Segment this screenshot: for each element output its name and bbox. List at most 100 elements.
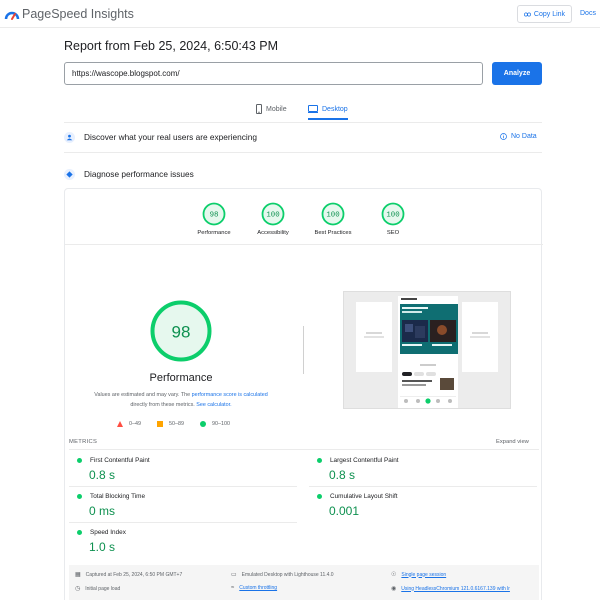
metric-fcp-value: 0.8 s	[89, 468, 116, 482]
tab-desktop-label: Desktop	[322, 105, 348, 113]
link-icon	[523, 12, 531, 16]
emulated-device: ▭ Emulated Desktop with Lighthouse 11.4.…	[231, 571, 334, 579]
metrics-section-label: METRICS	[69, 439, 98, 445]
expand-view-toggle[interactable]: Expand view	[496, 439, 529, 445]
no-data-label: No Data	[511, 133, 537, 140]
legend-pass-range: 90–100	[212, 421, 230, 427]
copy-link-label: Copy Link	[533, 10, 566, 18]
divider	[69, 449, 539, 450]
legend-fail-range: 0–49	[129, 421, 141, 427]
analyze-button[interactable]: Analyze	[492, 62, 542, 85]
pagespeed-logo-icon	[4, 11, 20, 20]
metric-lcp: Largest Contentful Paint 0.8 s	[317, 457, 517, 482]
runtime-settings: ▦ Captured at Feb 25, 2024, 6:50 PM GMT+…	[69, 565, 539, 600]
metric-cls-value: 0.001	[329, 504, 360, 518]
triangle-icon	[117, 421, 123, 427]
captured-at-text: Captured at Feb 25, 2024, 6:50 PM GMT+7	[85, 571, 183, 578]
diagnose-icon	[64, 168, 75, 180]
copy-link-button[interactable]: Copy Link	[517, 5, 572, 23]
mobile-icon	[256, 104, 262, 114]
people-icon	[64, 131, 75, 143]
metric-lcp-value: 0.8 s	[329, 468, 356, 482]
metric-cls: Cumulative Layout Shift 0.001	[317, 493, 517, 518]
docs-link[interactable]: Docs	[580, 10, 596, 17]
vertical-divider	[303, 326, 304, 374]
diagnose-title: Diagnose performance issues	[84, 169, 194, 179]
info-icon	[500, 133, 507, 140]
tab-mobile[interactable]: Mobile	[256, 98, 287, 120]
note-prefix: Values are estimated and may vary. The	[94, 392, 192, 398]
metric-fcp: First Contentful Paint 0.8 s	[77, 457, 277, 482]
legend-pass: 90–100	[200, 421, 230, 427]
timer-icon: ◷	[75, 586, 81, 592]
score-calculated-link[interactable]: performance score is calculated	[192, 392, 268, 398]
desktop-icon	[308, 105, 318, 113]
top-bar: PageSpeed Insights Copy Link Docs	[0, 0, 600, 28]
wifi-icon: ≈	[231, 585, 235, 591]
gauge-performance-score: 98	[210, 212, 219, 220]
headless-browser[interactable]: ◉ Using HeadlessChromium 121.0.6167.139 …	[391, 585, 510, 593]
page-screenshot	[343, 291, 511, 409]
divider	[69, 486, 297, 487]
browser-icon: ◉	[391, 586, 397, 592]
metric-cls-name: Cumulative Layout Shift	[330, 493, 398, 500]
legend-average: 50–89	[157, 421, 184, 427]
captured-at: ▦ Captured at Feb 25, 2024, 6:50 PM GMT+…	[75, 571, 183, 579]
single-page-session-text: Single page session	[401, 571, 447, 578]
pass-indicator	[77, 530, 82, 535]
calendar-icon: ▦	[75, 572, 81, 578]
session-icon: ☉	[391, 572, 397, 578]
performance-gauge: 98	[150, 300, 212, 362]
metric-si-name: Speed Index	[90, 529, 126, 536]
initial-page-load: ◷ Initial page load	[75, 585, 121, 593]
pass-indicator	[317, 458, 322, 463]
desktop-emulation-icon: ▭	[231, 572, 237, 578]
field-data-heading: Discover what your real users are experi…	[64, 130, 257, 144]
custom-throttling[interactable]: ≈ Custom throttling	[231, 585, 277, 591]
category-gauges: 98 Performance 100 Accessibility 100 Bes…	[65, 189, 543, 245]
gauge-seo-score: 100	[386, 212, 399, 220]
tab-mobile-label: Mobile	[266, 105, 287, 113]
gauge-seo-label: SEO	[386, 230, 400, 236]
headless-browser-text: Using HeadlessChromium 121.0.6167.139 wi…	[401, 585, 510, 592]
metric-fcp-name: First Contentful Paint	[90, 457, 150, 464]
legend-fail: 0–49	[117, 421, 141, 427]
report-card: 98 Performance 100 Accessibility 100 Bes…	[64, 188, 543, 600]
metric-lcp-name: Largest Contentful Paint	[330, 457, 399, 464]
performance-score: 98	[172, 323, 191, 342]
performance-label: Performance	[149, 372, 213, 384]
divider	[64, 122, 542, 123]
field-data-title: Discover what your real users are experi…	[84, 132, 257, 142]
pass-indicator	[317, 494, 322, 499]
brand-title[interactable]: PageSpeed Insights	[22, 7, 134, 21]
see-calculator-link[interactable]: See calculator.	[196, 402, 231, 408]
report-title: Report from Feb 25, 2024, 6:50:43 PM	[64, 39, 279, 53]
gauge-seo[interactable]: 100 SEO	[358, 202, 428, 236]
divider	[64, 152, 542, 153]
url-input[interactable]	[64, 62, 483, 85]
performance-note: Values are estimated and may vary. The p…	[81, 390, 281, 410]
gauge-accessibility-score: 100	[266, 212, 279, 220]
score-legend: 0–49 50–89 90–100	[117, 419, 246, 429]
pass-indicator	[77, 494, 82, 499]
pass-indicator	[77, 458, 82, 463]
tab-desktop[interactable]: Desktop	[308, 98, 348, 120]
square-icon	[157, 421, 163, 427]
metric-tbt-value: 0 ms	[89, 504, 116, 518]
circle-icon	[200, 421, 206, 427]
no-data-status[interactable]: No Data	[500, 133, 537, 140]
page-screenshot-image	[356, 296, 498, 408]
diagnose-heading: Diagnose performance issues	[64, 167, 194, 181]
note-middle: directly from these metrics.	[130, 402, 197, 408]
gauge-best-practices-score: 100	[326, 212, 339, 220]
metric-tbt: Total Blocking Time 0 ms	[77, 493, 277, 518]
divider	[69, 522, 297, 523]
custom-throttling-text: Custom throttling	[239, 585, 278, 591]
metric-speed-index: Speed Index 1.0 s	[77, 529, 277, 554]
metric-tbt-name: Total Blocking Time	[90, 493, 146, 500]
emulated-device-text: Emulated Desktop with Lighthouse 11.4.0	[241, 571, 334, 578]
single-page-session[interactable]: ☉ Single page session	[391, 571, 447, 579]
initial-page-load-text: Initial page load	[85, 585, 121, 592]
metric-si-value: 1.0 s	[89, 540, 116, 554]
legend-average-range: 50–89	[169, 421, 184, 427]
